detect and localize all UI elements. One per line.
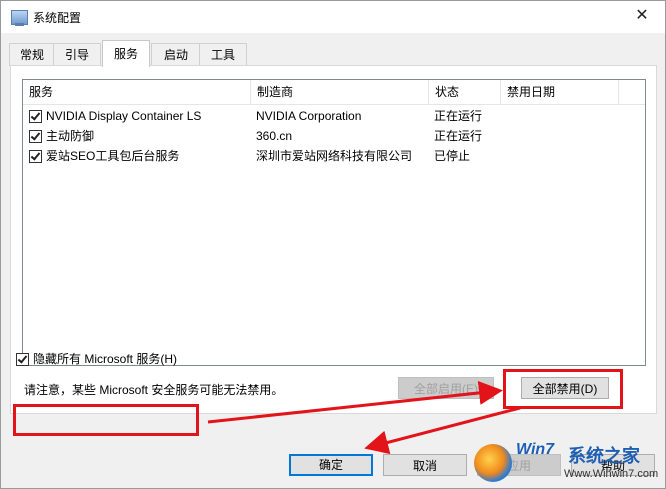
watermark: Win7 系统之家 Www.Winwin7.com <box>468 436 666 489</box>
windows-logo-icon <box>474 444 512 482</box>
watermark-brand: Win7 <box>516 441 555 458</box>
watermark-brand-cn: 系统之家 <box>568 446 640 466</box>
tab-services[interactable]: 服务 <box>102 40 150 67</box>
watermark-url: Www.Winwin7.com <box>564 468 659 480</box>
annotation-arrows <box>207 380 521 455</box>
arrow-to-disable-all <box>207 380 503 424</box>
